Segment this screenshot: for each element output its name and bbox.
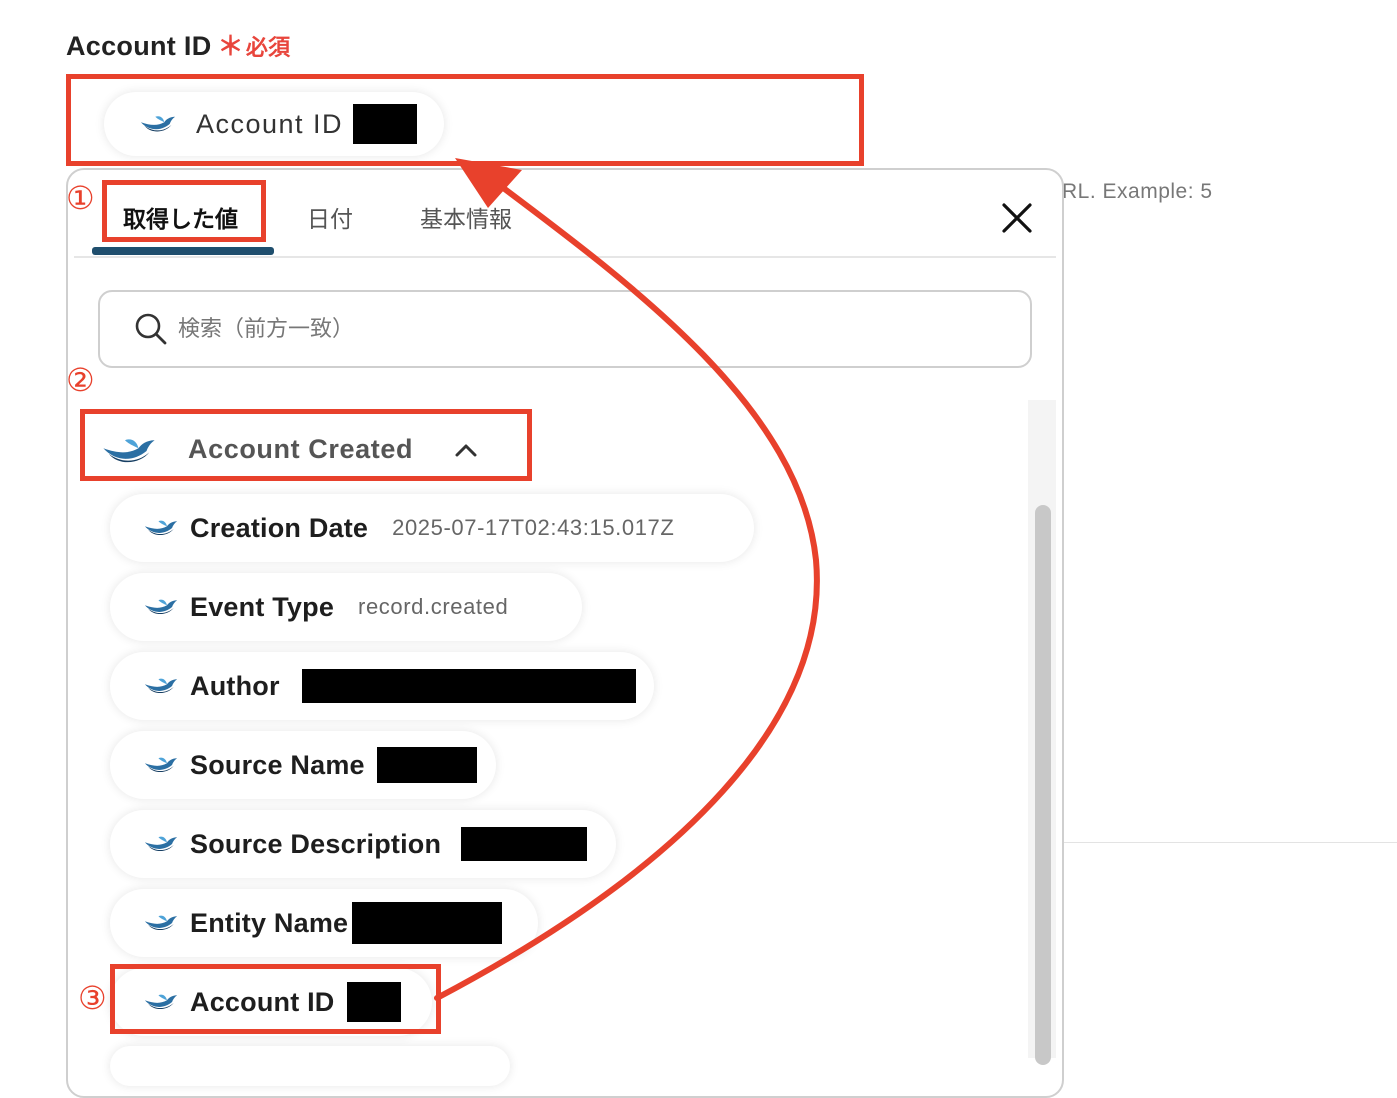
annotation-arrow — [434, 158, 820, 1001]
